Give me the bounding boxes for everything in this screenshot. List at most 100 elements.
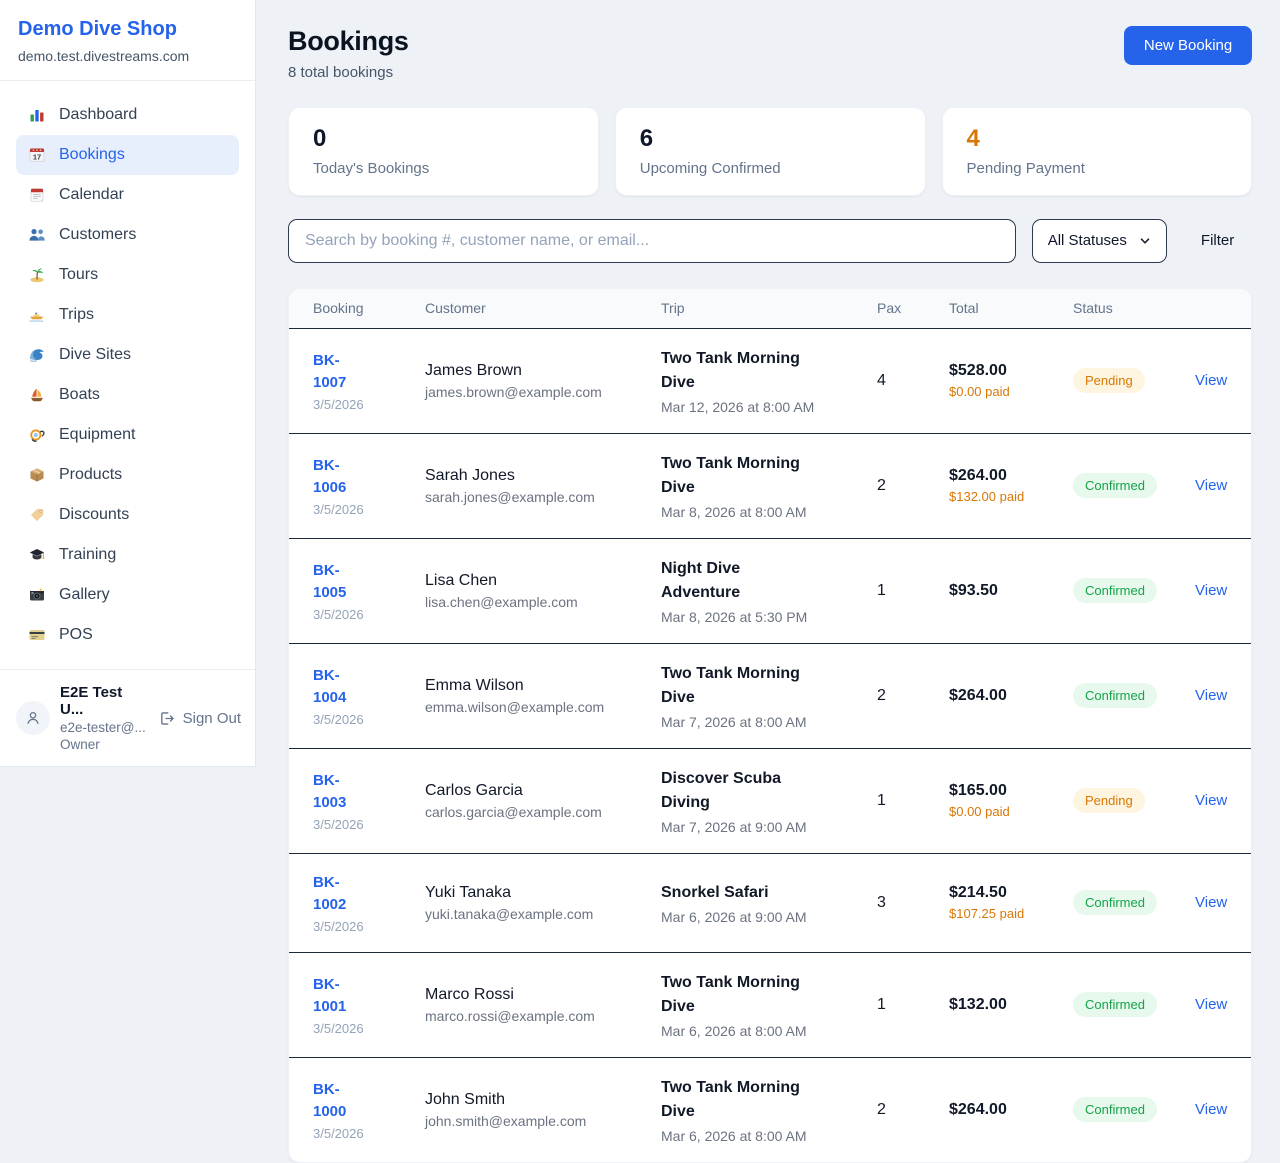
status-cell: Pending <box>1073 368 1195 393</box>
table-body: BK-1007 3/5/2026 James Brown james.brown… <box>289 329 1251 1162</box>
booking-date: 3/5/2026 <box>313 607 425 622</box>
customer-email: carlos.garcia@example.com <box>425 804 661 820</box>
customer-cell: Yuki Tanaka yuki.tanaka@example.com <box>425 884 661 922</box>
status-badge: Confirmed <box>1073 992 1157 1017</box>
status-cell: Confirmed <box>1073 1097 1195 1122</box>
user-role: Owner <box>60 737 148 752</box>
customer-cell: Emma Wilson emma.wilson@example.com <box>425 677 661 715</box>
status-filter-select[interactable]: All Statuses <box>1032 219 1167 263</box>
trip-time: Mar 8, 2026 at 8:00 AM <box>661 504 877 520</box>
booking-id-link[interactable]: BK-1002 <box>313 872 371 917</box>
status-cell: Confirmed <box>1073 992 1195 1017</box>
sidebar: Demo Dive Shop demo.test.divestreams.com… <box>0 0 256 767</box>
sidebar-item-gallery[interactable]: Gallery <box>16 575 239 615</box>
view-link[interactable]: View <box>1195 1101 1227 1118</box>
trip-name: Night Dive Adventure <box>661 557 819 605</box>
col-header-customer: Customer <box>425 300 661 316</box>
sidebar-item-discounts[interactable]: Discounts <box>16 495 239 535</box>
status-badge: Confirmed <box>1073 473 1157 498</box>
customer-email: emma.wilson@example.com <box>425 699 661 715</box>
view-link[interactable]: View <box>1195 792 1227 809</box>
sidebar-item-upcoming-confirmed: 6 Upcoming Confirmed <box>615 107 926 196</box>
sign-out-button[interactable]: Sign Out <box>158 709 241 727</box>
booking-id-link[interactable]: BK-1007 <box>313 350 371 395</box>
sidebar-nav: Dashboard 17 Bookings Calendar Customers… <box>0 81 255 669</box>
status-badge: Confirmed <box>1073 683 1157 708</box>
pax-cell: 1 <box>877 792 949 810</box>
booking-cell: BK-1003 3/5/2026 <box>313 770 425 832</box>
page-header: Bookings 8 total bookings New Booking <box>288 26 1252 81</box>
sidebar-item-customers[interactable]: Customers <box>16 215 239 255</box>
sidebar-item-equipment[interactable]: Equipment <box>16 415 239 455</box>
trip-cell: Two Tank Morning Dive Mar 8, 2026 at 8:0… <box>661 452 877 520</box>
customer-email: james.brown@example.com <box>425 384 661 400</box>
search-input[interactable] <box>288 219 1016 263</box>
stat-label: Today's Bookings <box>313 160 574 177</box>
trip-time: Mar 8, 2026 at 5:30 PM <box>661 609 877 625</box>
trip-time: Mar 6, 2026 at 9:00 AM <box>661 909 877 925</box>
customer-cell: Carlos Garcia carlos.garcia@example.com <box>425 782 661 820</box>
booking-id-link[interactable]: BK-1006 <box>313 455 371 500</box>
table-row: BK-1004 3/5/2026 Emma Wilson emma.wilson… <box>289 643 1251 748</box>
customer-name: Marco Rossi <box>425 986 661 1004</box>
total-amount: $165.00 <box>949 782 1073 800</box>
page-subtitle: 8 total bookings <box>288 64 409 81</box>
status-badge: Confirmed <box>1073 890 1157 915</box>
pax-cell: 4 <box>877 372 949 390</box>
view-link[interactable]: View <box>1195 996 1227 1013</box>
total-amount: $264.00 <box>949 1101 1073 1119</box>
customer-name: John Smith <box>425 1091 661 1109</box>
person-icon <box>24 709 42 727</box>
view-link[interactable]: View <box>1195 477 1227 494</box>
sidebar-item-training[interactable]: Training <box>16 535 239 575</box>
pax-cell: 2 <box>877 687 949 705</box>
new-booking-button[interactable]: New Booking <box>1124 26 1252 65</box>
sidebar-item-label: Equipment <box>59 426 136 444</box>
booking-id-link[interactable]: BK-1004 <box>313 665 371 710</box>
booking-id-link[interactable]: BK-1001 <box>313 974 371 1019</box>
booking-date: 3/5/2026 <box>313 1126 425 1141</box>
sidebar-item-products[interactable]: Products <box>16 455 239 495</box>
filter-controls: All Statuses Filter <box>288 219 1252 263</box>
trip-name: Two Tank Morning Dive <box>661 971 819 1019</box>
sidebar-item-label: Boats <box>59 386 100 404</box>
booking-id-link[interactable]: BK-1005 <box>313 560 371 605</box>
bookings-table: Booking Customer Trip Pax Total Status B… <box>288 288 1252 1163</box>
trip-cell: Two Tank Morning Dive Mar 12, 2026 at 8:… <box>661 347 877 415</box>
discounts-icon <box>28 506 46 524</box>
booking-id-link[interactable]: BK-1000 <box>313 1079 371 1124</box>
trip-cell: Snorkel Safari Mar 6, 2026 at 9:00 AM <box>661 881 877 925</box>
status-cell: Confirmed <box>1073 683 1195 708</box>
table-row: BK-1005 3/5/2026 Lisa Chen lisa.chen@exa… <box>289 538 1251 643</box>
booking-date: 3/5/2026 <box>313 817 425 832</box>
status-filter-value: All Statuses <box>1048 232 1127 249</box>
booking-cell: BK-1000 3/5/2026 <box>313 1079 425 1141</box>
view-link[interactable]: View <box>1195 894 1227 911</box>
trip-time: Mar 12, 2026 at 8:00 AM <box>661 399 877 415</box>
sidebar-item-trips[interactable]: Trips <box>16 295 239 335</box>
sidebar-item-bookings[interactable]: 17 Bookings <box>16 135 239 175</box>
col-header-total: Total <box>949 300 1073 316</box>
sidebar-item-calendar[interactable]: Calendar <box>16 175 239 215</box>
sidebar-item-label: Dashboard <box>59 106 137 124</box>
trip-time: Mar 6, 2026 at 8:00 AM <box>661 1128 877 1144</box>
sidebar-item-dive-sites[interactable]: Dive Sites <box>16 335 239 375</box>
filter-button[interactable]: Filter <box>1183 232 1252 249</box>
stat-value: 4 <box>967 125 1228 154</box>
status-badge: Pending <box>1073 788 1145 813</box>
view-link[interactable]: View <box>1195 687 1227 704</box>
view-link[interactable]: View <box>1195 372 1227 389</box>
trip-cell: Two Tank Morning Dive Mar 7, 2026 at 8:0… <box>661 662 877 730</box>
pax-cell: 1 <box>877 996 949 1014</box>
booking-cell: BK-1004 3/5/2026 <box>313 665 425 727</box>
total-cell: $214.50 $107.25 paid <box>949 884 1073 923</box>
trip-time: Mar 7, 2026 at 9:00 AM <box>661 819 877 835</box>
booking-date: 3/5/2026 <box>313 919 425 934</box>
trip-time: Mar 6, 2026 at 8:00 AM <box>661 1023 877 1039</box>
sidebar-item-tours[interactable]: Tours <box>16 255 239 295</box>
sidebar-item-boats[interactable]: Boats <box>16 375 239 415</box>
view-link[interactable]: View <box>1195 582 1227 599</box>
sidebar-item-dashboard[interactable]: Dashboard <box>16 95 239 135</box>
booking-id-link[interactable]: BK-1003 <box>313 770 371 815</box>
sidebar-item-pos[interactable]: POS <box>16 615 239 655</box>
